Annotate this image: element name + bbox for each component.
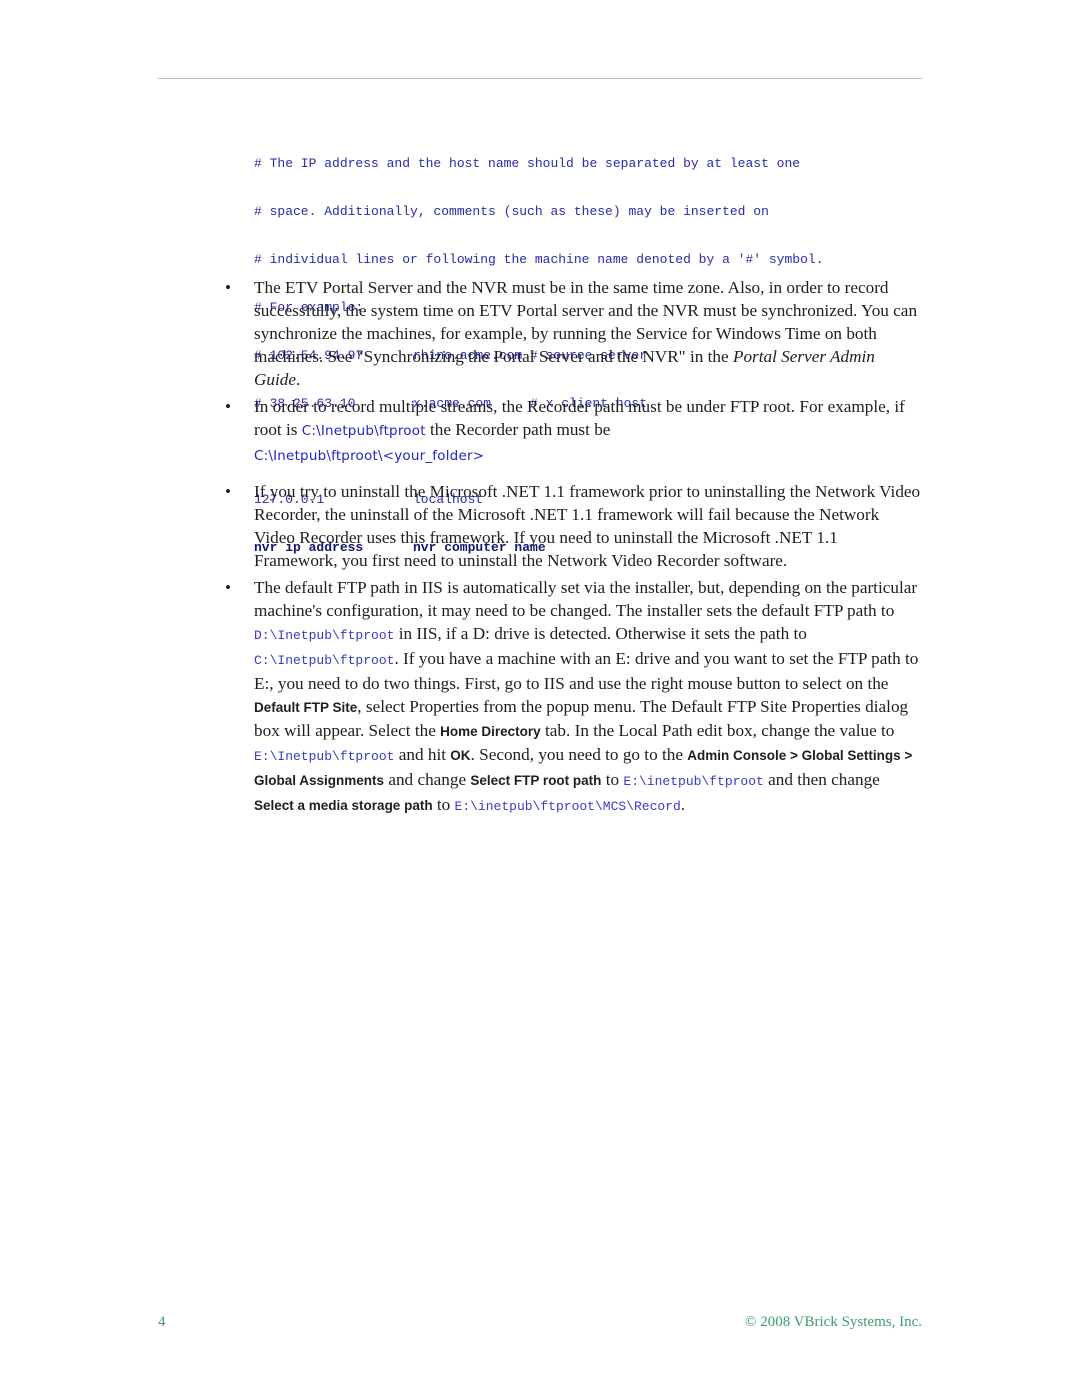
bullet-text: and change	[384, 770, 471, 789]
bullet-icon: •	[224, 278, 232, 297]
code-comment-line: # individual lines or following the mach…	[254, 252, 824, 267]
path-text: C:\Inetpub\ftproot	[301, 423, 426, 439]
ui-label: Select FTP root path	[470, 773, 602, 788]
path-text: D:\Inetpub\ftproot	[254, 628, 395, 643]
ui-label: Home Directory	[440, 724, 541, 739]
path-text: E:\inetpub\ftproot\MCS\Record	[454, 799, 681, 814]
path-text: E:\inetpub\ftproot	[623, 774, 764, 789]
bullet-text: .	[680, 795, 686, 814]
copyright-notice: © 2008 VBrick Systems, Inc.	[745, 1314, 922, 1330]
bullet-text: . Second, you need to go to the	[470, 745, 688, 764]
bullet-text: in IIS, if a D: drive is detected. Other…	[394, 624, 807, 643]
bullet-text: to	[601, 770, 624, 789]
bullet-icon: •	[224, 578, 232, 597]
path-text: E:\Inetpub\ftproot	[254, 749, 395, 764]
header-rule	[158, 78, 922, 79]
ui-label: OK	[450, 748, 471, 763]
bullet-text: and hit	[394, 745, 451, 764]
bullet-text: .	[296, 370, 301, 389]
bullet-dotnet-uninstall: • If you try to uninstall the Microsoft …	[222, 480, 922, 572]
code-comment-line: # space. Additionally, comments (such as…	[254, 204, 769, 219]
code-comment-line: # The IP address and the host name shoul…	[254, 156, 801, 171]
bullet-text: the Recorder path must be	[425, 420, 611, 439]
ui-label: Select a media storage path	[254, 798, 433, 813]
bullet-text: and then change	[763, 770, 880, 789]
bullet-recorder-path: • In order to record multiple streams, t…	[222, 395, 922, 468]
bullet-ftp-path: • The default FTP path in IIS is automat…	[222, 576, 922, 818]
page-number: 4	[158, 1314, 166, 1330]
bullet-text: to	[432, 795, 455, 814]
path-text: C:\Inetpub\ftproot	[254, 653, 395, 668]
bullet-icon: •	[224, 482, 232, 501]
path-text: C:\Inetpub\ftproot\<your_folder>	[254, 448, 485, 464]
bullet-text: If you try to uninstall the Microsoft .N…	[254, 482, 921, 570]
bullet-icon: •	[224, 397, 232, 416]
ui-label: Default FTP Site	[254, 700, 358, 715]
bullet-text: tab. In the Local Path edit box, change …	[540, 721, 895, 740]
bullet-text: The default FTP path in IIS is automatic…	[254, 578, 918, 620]
notes-bullet-list: • The ETV Portal Server and the NVR must…	[222, 276, 922, 818]
bullet-time-zone: • The ETV Portal Server and the NVR must…	[222, 276, 922, 391]
